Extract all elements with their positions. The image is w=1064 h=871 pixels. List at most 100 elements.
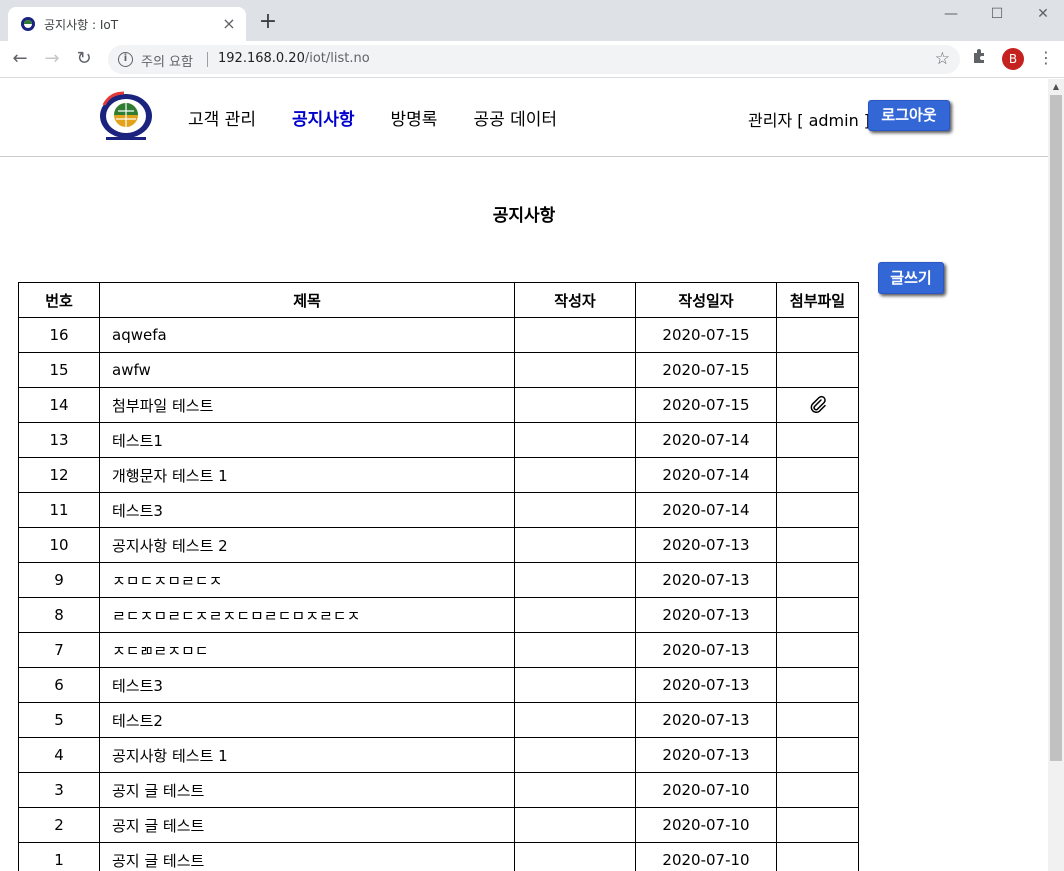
row-title-link[interactable]: 공지 글 테스트 [99, 842, 515, 871]
row-title-link[interactable]: 테스트2 [99, 702, 515, 738]
nav-public-data[interactable]: 공공 데이터 [473, 105, 557, 130]
window-minimize-button[interactable]: — [928, 0, 974, 30]
forward-arrow-icon[interactable]: → [40, 47, 64, 71]
row-date: 2020-07-10 [635, 842, 777, 871]
row-attachment [776, 492, 859, 528]
row-date: 2020-07-13 [635, 527, 777, 563]
security-label[interactable]: 주의 요함 [141, 51, 193, 70]
table-row[interactable]: 8 ㄹㄷㅈㅁㄹㄷㅈㄹㅈㄷㅁㄹㄷㅁㅈㄹㄷㅈ 2020-07-13 [18, 597, 859, 633]
site-logo[interactable] [96, 91, 156, 143]
row-date: 2020-07-14 [635, 422, 777, 458]
table-row[interactable]: 6 테스트3 2020-07-13 [18, 667, 859, 703]
info-icon[interactable]: i [118, 52, 133, 67]
table-row[interactable]: 4 공지사항 테스트 1 2020-07-13 [18, 737, 859, 773]
row-number: 4 [18, 737, 100, 773]
row-title-link[interactable]: ㅈㅁㄷㅈㅁㄹㄷㅈ [99, 562, 515, 598]
back-arrow-icon[interactable]: ← [8, 47, 32, 71]
window-maximize-button[interactable]: ☐ [974, 0, 1020, 30]
row-date: 2020-07-13 [635, 632, 777, 668]
nav-guestbook[interactable]: 방명록 [391, 105, 438, 130]
row-writer [514, 597, 636, 633]
row-attachment [776, 352, 859, 388]
row-title-link[interactable]: 공지사항 테스트 2 [99, 527, 515, 563]
new-tab-button[interactable]: + [256, 11, 280, 35]
row-writer [514, 807, 636, 843]
table-row[interactable]: 10 공지사항 테스트 2 2020-07-13 [18, 527, 859, 563]
row-attachment [776, 527, 859, 563]
row-title-link[interactable]: aqwefa [99, 317, 515, 353]
profile-avatar[interactable]: B [1002, 48, 1024, 70]
browser-tab[interactable]: 공지사항 : IoT × [8, 7, 246, 41]
row-title-link[interactable]: 공지사항 테스트 1 [99, 737, 515, 773]
row-attachment [776, 807, 859, 843]
bookmark-star-icon[interactable]: ☆ [935, 49, 950, 69]
row-date: 2020-07-13 [635, 667, 777, 703]
row-title-link[interactable]: ㄹㄷㅈㅁㄹㄷㅈㄹㅈㄷㅁㄹㄷㅁㅈㄹㄷㅈ [99, 597, 515, 633]
row-attachment [776, 457, 859, 493]
row-title-link[interactable]: 테스트3 [99, 492, 515, 528]
row-attachment [776, 772, 859, 808]
row-date: 2020-07-13 [635, 597, 777, 633]
row-title-link[interactable]: awfw [99, 352, 515, 388]
logout-button[interactable]: 로그아웃 [868, 100, 950, 131]
window-close-button[interactable]: ✕ [1020, 0, 1064, 30]
row-title-link[interactable]: 공지 글 테스트 [99, 807, 515, 843]
tab-close-icon[interactable]: × [220, 15, 238, 33]
row-writer [514, 702, 636, 738]
table-row[interactable]: 13 테스트1 2020-07-14 [18, 422, 859, 458]
table-row[interactable]: 1 공지 글 테스트 2020-07-10 [18, 842, 859, 871]
row-title-link[interactable]: 개행문자 테스트 1 [99, 457, 515, 493]
table-row[interactable]: 5 테스트2 2020-07-13 [18, 702, 859, 738]
column-header-date: 작성일자 [635, 282, 777, 318]
table-row[interactable]: 9 ㅈㅁㄷㅈㅁㄹㄷㅈ 2020-07-13 [18, 562, 859, 598]
row-title-link[interactable]: 첨부파일 테스트 [99, 387, 515, 423]
write-button[interactable]: 글쓰기 [878, 262, 944, 294]
nav-notice[interactable]: 공지사항 [292, 105, 355, 130]
browser-menu-icon[interactable]: ⋮ [1036, 47, 1056, 69]
table-row[interactable]: 16 aqwefa 2020-07-15 [18, 317, 859, 353]
row-attachment [776, 702, 859, 738]
row-title-link[interactable]: ㅈㄷㄻㄹㅈㅁㄷ [99, 632, 515, 668]
table-row[interactable]: 12 개행문자 테스트 1 2020-07-14 [18, 457, 859, 493]
scroll-up-arrow-icon[interactable]: ▲ [1048, 79, 1064, 95]
row-date: 2020-07-10 [635, 772, 777, 808]
scroll-thumb[interactable] [1050, 95, 1062, 761]
table-row[interactable]: 14 첨부파일 테스트 2020-07-15 [18, 387, 859, 423]
row-number: 13 [18, 422, 100, 458]
paperclip-icon[interactable] [808, 395, 828, 415]
reload-icon[interactable]: ↻ [72, 47, 96, 71]
row-number: 2 [18, 807, 100, 843]
row-date: 2020-07-13 [635, 562, 777, 598]
row-date: 2020-07-15 [635, 352, 777, 388]
row-writer [514, 317, 636, 353]
row-attachment [776, 562, 859, 598]
extensions-puzzle-icon[interactable] [970, 47, 990, 67]
row-title-link[interactable]: 테스트1 [99, 422, 515, 458]
row-attachment [776, 842, 859, 871]
row-attachment [776, 317, 859, 353]
page-scrollbar[interactable]: ▲ [1048, 79, 1064, 871]
browser-toolbar: ← → ↻ i 주의 요함 192.168.0.20/iot/list.no ☆ [0, 41, 1064, 78]
table-row[interactable]: 7 ㅈㄷㄻㄹㅈㅁㄷ 2020-07-13 [18, 632, 859, 668]
row-number: 1 [18, 842, 100, 871]
address-bar[interactable]: i 주의 요함 192.168.0.20/iot/list.no ☆ [108, 45, 960, 74]
address-separator [207, 52, 208, 67]
row-number: 12 [18, 457, 100, 493]
url-text[interactable]: 192.168.0.20/iot/list.no [218, 51, 370, 66]
table-body: 16 aqwefa 2020-07-15 15 awfw 2020-07-15 14 첨부파일… [18, 317, 859, 871]
notice-table: 번호 제목 작성자 작성일자 첨부파일 16 aqwefa 2020-07-15 15… [18, 282, 859, 871]
nav-customer-management[interactable]: 고객 관리 [188, 105, 256, 130]
table-row[interactable]: 11 테스트3 2020-07-14 [18, 492, 859, 528]
row-date: 2020-07-13 [635, 737, 777, 773]
row-title-link[interactable]: 공지 글 테스트 [99, 772, 515, 808]
row-attachment [776, 597, 859, 633]
row-number: 14 [18, 387, 100, 423]
row-number: 6 [18, 667, 100, 703]
table-row[interactable]: 3 공지 글 테스트 2020-07-10 [18, 772, 859, 808]
row-attachment [776, 387, 859, 423]
table-row[interactable]: 15 awfw 2020-07-15 [18, 352, 859, 388]
table-row[interactable]: 2 공지 글 테스트 2020-07-10 [18, 807, 859, 843]
row-number: 9 [18, 562, 100, 598]
row-title-link[interactable]: 테스트3 [99, 667, 515, 703]
row-number: 7 [18, 632, 100, 668]
